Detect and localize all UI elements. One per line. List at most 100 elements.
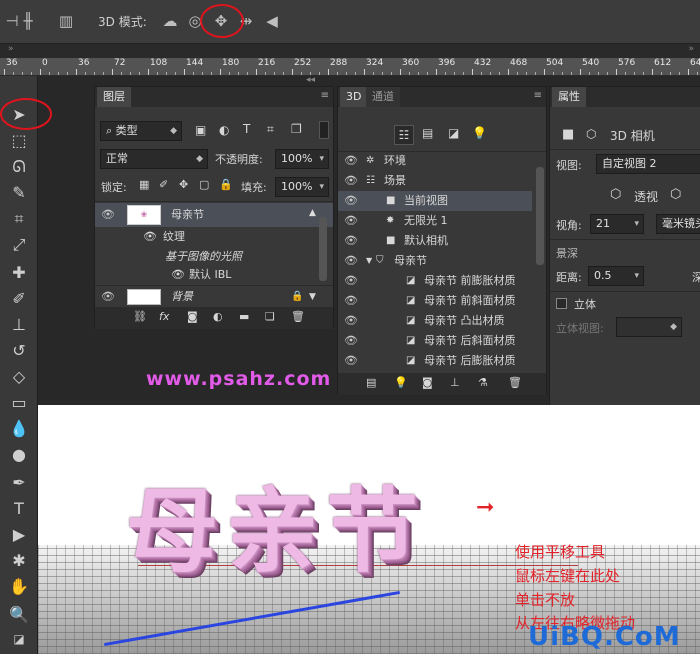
- layer-row[interactable]: 👁 ❀ 母亲节 ▲: [95, 203, 333, 227]
- filter-meshes-icon[interactable]: ▤: [422, 126, 433, 140]
- tab-channels[interactable]: 通道: [366, 87, 400, 107]
- visibility-eye-icon[interactable]: 👁: [344, 311, 358, 331]
- render-icon[interactable]: ◙: [422, 376, 433, 389]
- scene-tree-item[interactable]: 👁 ☷ 场景: [338, 171, 532, 191]
- visibility-eye-icon[interactable]: 👁: [344, 351, 358, 371]
- path-select-tool-icon[interactable]: ▶: [8, 524, 30, 546]
- 3d-title-text[interactable]: 母亲节: [126, 457, 426, 590]
- stereo-view-select[interactable]: ◆: [616, 317, 682, 337]
- opacity-input[interactable]: 100% ▾: [275, 149, 329, 169]
- delete-layer-icon[interactable]: 🗑: [291, 310, 305, 323]
- filter-adjustment-icon[interactable]: ◐: [219, 123, 229, 137]
- delete-icon[interactable]: 🗑: [508, 376, 522, 389]
- crop-tool-icon[interactable]: ⌗: [8, 208, 30, 230]
- lock-paint-icon[interactable]: ✐: [159, 178, 168, 191]
- filter-type-icon[interactable]: T: [243, 122, 250, 136]
- distance-input[interactable]: 0.5 ▾: [588, 266, 644, 286]
- visibility-eye-icon[interactable]: 👁: [344, 271, 358, 291]
- pen-tool-icon[interactable]: ✒: [8, 472, 30, 494]
- new-scene-icon[interactable]: ▤: [366, 376, 376, 389]
- filter-materials-icon[interactable]: ◪: [448, 126, 459, 140]
- scene-tree-item[interactable]: 👁 ■ 默认相机: [338, 231, 532, 251]
- scene-tree-item[interactable]: 👁 ◪ 母亲节 后膨胀材质: [338, 351, 532, 371]
- ground-icon[interactable]: ⊥: [450, 376, 460, 389]
- fov-input[interactable]: 21 ▾: [590, 214, 644, 234]
- auto-align-icon[interactable]: ▥: [56, 11, 76, 31]
- add-mask-icon[interactable]: ◙: [187, 310, 198, 323]
- eraser-tool-icon[interactable]: ◇: [8, 366, 30, 388]
- link-layers-icon[interactable]: ⛓: [133, 310, 147, 323]
- type-tool-icon[interactable]: T: [8, 498, 30, 520]
- dodge-tool-icon[interactable]: ●: [8, 444, 30, 466]
- panel-collapse-icon[interactable]: ◂◂: [306, 75, 315, 85]
- view-select[interactable]: 自定视图 2: [596, 154, 700, 174]
- collapse-icon[interactable]: »: [8, 44, 14, 54]
- layer-scroll-down-icon[interactable]: ▼: [309, 287, 316, 307]
- filter-smart-object-icon[interactable]: ❐: [291, 122, 302, 136]
- visibility-eye-icon[interactable]: 👁: [344, 211, 358, 231]
- rotate-3d-icon[interactable]: ☁: [160, 11, 180, 31]
- filter-toggle[interactable]: [319, 121, 329, 139]
- group-folder-icon[interactable]: ▬: [239, 310, 249, 323]
- scene-tree-item[interactable]: 👁 ■ 当前视图: [338, 191, 532, 211]
- filter-shape-icon[interactable]: ⌗: [267, 122, 274, 137]
- constraint-icon[interactable]: ⚗: [478, 376, 488, 389]
- expand-chevron-icon[interactable]: ▼: [366, 251, 372, 271]
- clone-stamp-tool-icon[interactable]: ⊥: [8, 314, 30, 336]
- lock-artboard-icon[interactable]: ▢: [199, 178, 209, 191]
- visibility-eye-icon[interactable]: 👁: [344, 171, 358, 191]
- lock-position-icon[interactable]: ✥: [179, 178, 188, 191]
- fx-icon[interactable]: fx: [159, 310, 169, 323]
- visibility-eye-icon[interactable]: 👁: [344, 331, 358, 351]
- layers-scrollbar[interactable]: [319, 217, 327, 281]
- visibility-eye-icon[interactable]: 👁: [171, 265, 185, 285]
- document-canvas[interactable]: 母亲节 ➞ 使用平移工具 鼠标左键在此处 单击不放 从左往右略微拖动: [38, 405, 700, 654]
- fill-input[interactable]: 100% ▾: [275, 177, 329, 197]
- filter-lights-icon[interactable]: 💡: [472, 126, 487, 140]
- visibility-eye-icon[interactable]: 👁: [344, 291, 358, 311]
- filter-pixel-icon[interactable]: ▣: [195, 123, 206, 137]
- new-layer-icon[interactable]: ❏: [265, 310, 275, 323]
- scene-tree-item[interactable]: 👁 ◪ 母亲节 前膨胀材质: [338, 271, 532, 291]
- blend-mode-select[interactable]: 正常 ◆: [100, 149, 208, 169]
- distribute-icon[interactable]: ╫: [18, 11, 38, 31]
- visibility-eye-icon[interactable]: 👁: [101, 205, 115, 225]
- visibility-eye-icon[interactable]: 👁: [344, 251, 358, 271]
- lasso-tool-icon[interactable]: ᘏ: [8, 156, 30, 178]
- brush-tool-icon[interactable]: ✐: [8, 288, 30, 310]
- scene-tree-item[interactable]: 👁 ◪ 母亲节 前斜面材质: [338, 291, 532, 311]
- blur-tool-icon[interactable]: 💧: [8, 418, 30, 440]
- quick-select-tool-icon[interactable]: ✎: [8, 182, 30, 204]
- hand-tool-icon[interactable]: ✋: [8, 576, 30, 598]
- stereo-checkbox[interactable]: [556, 298, 567, 309]
- healing-brush-tool-icon[interactable]: ✚: [8, 262, 30, 284]
- layer-row[interactable]: 👁 默认 IBL: [95, 265, 333, 285]
- lens-unit-select[interactable]: 毫米镜头: [656, 214, 700, 234]
- lock-transparent-icon[interactable]: ▦: [139, 178, 149, 191]
- scene-tree-item[interactable]: 👁 ✸ 无限光 1: [338, 211, 532, 231]
- orthographic-icon[interactable]: ⬡: [670, 187, 681, 202]
- visibility-eye-icon[interactable]: 👁: [344, 151, 358, 171]
- shape-tool-icon[interactable]: ✱: [8, 550, 30, 572]
- gradient-tool-icon[interactable]: ▭: [8, 392, 30, 414]
- panel-menu-icon[interactable]: ≡: [534, 90, 542, 101]
- layer-row[interactable]: 👁 背景 🔒 ▼: [95, 287, 333, 307]
- visibility-eye-icon[interactable]: 👁: [344, 191, 358, 211]
- kind-filter-select[interactable]: ⌕ 类型 ◆: [100, 121, 182, 141]
- panel-menu-icon[interactable]: ≡: [321, 90, 329, 101]
- perspective-label[interactable]: 透视: [634, 188, 658, 205]
- visibility-eye-icon[interactable]: 👁: [143, 227, 157, 247]
- zoom-tool-icon[interactable]: 🔍: [8, 604, 30, 626]
- collapse-icon-right[interactable]: »: [688, 44, 694, 54]
- history-brush-tool-icon[interactable]: ↺: [8, 340, 30, 362]
- tab-properties[interactable]: 属性: [552, 87, 586, 107]
- layer-row[interactable]: 基于图像的光照: [95, 247, 333, 267]
- add-light-icon[interactable]: 💡: [394, 376, 408, 389]
- adjustment-layer-icon[interactable]: ◐: [213, 310, 223, 323]
- marquee-tool-icon[interactable]: ⬚: [8, 130, 30, 152]
- lock-all-icon[interactable]: 🔒: [219, 178, 233, 191]
- visibility-eye-icon[interactable]: 👁: [101, 287, 115, 307]
- scale-3d-icon[interactable]: ◀: [262, 11, 282, 31]
- scene-tree-item[interactable]: 👁 ◪ 母亲节 凸出材质: [338, 311, 532, 331]
- visibility-eye-icon[interactable]: 👁: [344, 231, 358, 251]
